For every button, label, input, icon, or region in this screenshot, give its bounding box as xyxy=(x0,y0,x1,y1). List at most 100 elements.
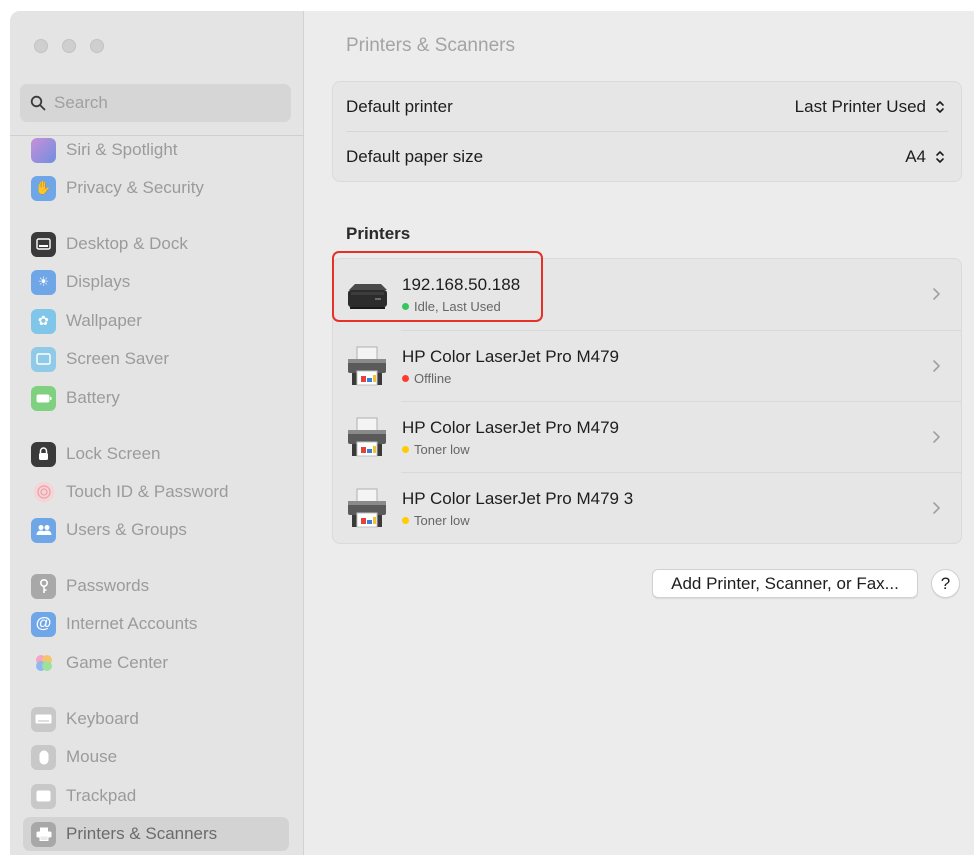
printer-row[interactable]: HP Color LaserJet Pro M479 3 Toner low xyxy=(333,473,961,544)
add-printer-button[interactable]: Add Printer, Scanner, or Fax... xyxy=(652,569,918,598)
printer-name: HP Color LaserJet Pro M479 xyxy=(402,418,620,437)
sidebar-item-trackpad[interactable]: Trackpad xyxy=(23,779,289,813)
main-pane: Printers & Scanners Default printer Last… xyxy=(305,11,974,855)
sidebar-item-label: Battery xyxy=(66,388,120,407)
close-button[interactable] xyxy=(34,39,48,53)
default-printer-label: Default printer xyxy=(346,97,453,116)
siri-icon xyxy=(31,137,56,163)
sidebar-item-touch-id[interactable]: Touch ID & Password xyxy=(23,475,289,509)
sidebar-item-label: Screen Saver xyxy=(66,349,169,368)
printer-status-text: Idle, Last Used xyxy=(414,299,501,314)
printer-name: 192.168.50.188 xyxy=(402,275,521,294)
chevron-right-icon xyxy=(933,288,940,300)
inkjet-printer-icon xyxy=(344,415,390,461)
status-dot-red xyxy=(402,375,409,382)
dock-icon xyxy=(31,231,56,257)
settings-window: Siri & Spotlight ✋ Privacy & Security De… xyxy=(10,11,974,855)
flower-icon: ✿ xyxy=(31,308,56,334)
default-paper-size-label: Default paper size xyxy=(346,147,484,166)
chevron-right-icon xyxy=(933,502,940,514)
printers-heading: Printers xyxy=(346,224,411,243)
sidebar-item-printers-scanners[interactable]: Printers & Scanners xyxy=(23,817,289,851)
trackpad-icon xyxy=(31,783,56,809)
sidebar-item-internet-accounts[interactable]: @ Internet Accounts xyxy=(23,607,289,641)
hand-icon: ✋ xyxy=(31,175,56,201)
printer-status-text: Offline xyxy=(414,371,452,386)
printer-status: Offline xyxy=(402,371,619,386)
search-icon xyxy=(30,95,46,111)
game-center-icon xyxy=(31,651,56,676)
sidebar-item-label: Printers & Scanners xyxy=(66,824,218,843)
sidebar-item-label: Keyboard xyxy=(66,709,139,728)
sidebar-item-label: Trackpad xyxy=(66,786,137,805)
default-printer-select[interactable]: Last Printer Used xyxy=(795,96,948,118)
battery-icon xyxy=(31,385,56,411)
search-input[interactable] xyxy=(54,93,254,113)
printer-status: Idle, Last Used xyxy=(402,299,520,314)
key-icon xyxy=(31,573,56,599)
chevron-up-down-icon xyxy=(931,146,948,168)
fingerprint-icon xyxy=(31,480,56,505)
printer-icon xyxy=(31,821,56,847)
divider xyxy=(346,131,948,132)
sidebar-item-game-center[interactable]: Game Center xyxy=(23,646,289,680)
printer-status-text: Toner low xyxy=(414,442,470,457)
inkjet-printer-icon xyxy=(344,486,390,532)
chevron-up-down-icon xyxy=(931,96,948,118)
default-printer-value: Last Printer Used xyxy=(794,97,926,116)
sidebar-item-label: Wallpaper xyxy=(66,311,142,330)
default-paper-size-select[interactable]: A4 xyxy=(905,146,948,168)
inkjet-printer-icon xyxy=(344,344,390,390)
printer-status-text: Toner low xyxy=(414,513,470,528)
chevron-right-icon xyxy=(933,431,940,443)
printer-name: HP Color LaserJet Pro M479 3 xyxy=(402,489,634,508)
screen-saver-icon xyxy=(31,346,56,372)
sidebar-item-privacy-security[interactable]: ✋ Privacy & Security xyxy=(23,171,289,205)
printer-row[interactable]: HP Color LaserJet Pro M479 Offline xyxy=(333,331,961,402)
sidebar-item-desktop-dock[interactable]: Desktop & Dock xyxy=(23,227,289,261)
sidebar-item-lock-screen[interactable]: Lock Screen xyxy=(23,437,289,471)
page-title: Printers & Scanners xyxy=(346,35,515,56)
sidebar-item-passwords[interactable]: Passwords xyxy=(23,569,289,603)
default-paper-size-row: Default paper size A4 xyxy=(333,133,961,181)
keyboard-icon xyxy=(31,706,56,732)
zoom-button[interactable] xyxy=(90,39,104,53)
lock-icon xyxy=(31,441,56,467)
sidebar-item-screen-saver[interactable]: Screen Saver xyxy=(23,342,289,376)
default-paper-size-value: A4 xyxy=(905,147,926,166)
printer-row[interactable]: 192.168.50.188 Idle, Last Used xyxy=(333,259,961,330)
sidebar-item-displays[interactable]: ☀ Displays xyxy=(23,265,289,299)
sidebar-item-mouse[interactable]: Mouse xyxy=(23,740,289,774)
printer-status: Toner low xyxy=(402,442,619,457)
sidebar-item-label: Siri & Spotlight xyxy=(66,140,178,159)
sidebar-item-users-groups[interactable]: Users & Groups xyxy=(23,513,289,547)
laser-printer-icon xyxy=(344,272,390,318)
minimize-button[interactable] xyxy=(62,39,76,53)
sidebar-item-label: Users & Groups xyxy=(66,520,187,539)
sidebar-item-label: Touch ID & Password xyxy=(66,482,229,501)
sidebar-item-label: Internet Accounts xyxy=(66,614,198,633)
sidebar-item-label: Passwords xyxy=(66,576,150,595)
status-dot-yellow xyxy=(402,517,409,524)
sidebar-item-wallpaper[interactable]: ✿ Wallpaper xyxy=(23,304,289,338)
printer-row[interactable]: HP Color LaserJet Pro M479 Toner low xyxy=(333,402,961,473)
help-button[interactable]: ? xyxy=(931,569,960,598)
printer-status: Toner low xyxy=(402,513,633,528)
chevron-right-icon xyxy=(933,360,940,372)
defaults-group: Default printer Last Printer Used Defaul… xyxy=(332,81,962,182)
sidebar-item-label: Mouse xyxy=(66,747,118,766)
sidebar-item-label: Desktop & Dock xyxy=(66,234,188,253)
sidebar-item-siri-spotlight[interactable]: Siri & Spotlight xyxy=(23,133,289,167)
mouse-icon xyxy=(31,744,56,770)
search-field[interactable] xyxy=(20,84,291,122)
sidebar-item-keyboard[interactable]: Keyboard xyxy=(23,702,289,736)
sidebar-item-battery[interactable]: Battery xyxy=(23,381,289,415)
at-icon: @ xyxy=(31,611,56,637)
sidebar-item-label: Displays xyxy=(66,272,131,291)
sun-icon: ☀ xyxy=(31,269,56,295)
printer-name: HP Color LaserJet Pro M479 xyxy=(402,347,620,366)
sidebar: Siri & Spotlight ✋ Privacy & Security De… xyxy=(10,11,304,855)
status-dot-green xyxy=(402,303,409,310)
default-printer-row: Default printer Last Printer Used xyxy=(333,83,961,131)
sidebar-item-label: Lock Screen xyxy=(66,444,161,463)
